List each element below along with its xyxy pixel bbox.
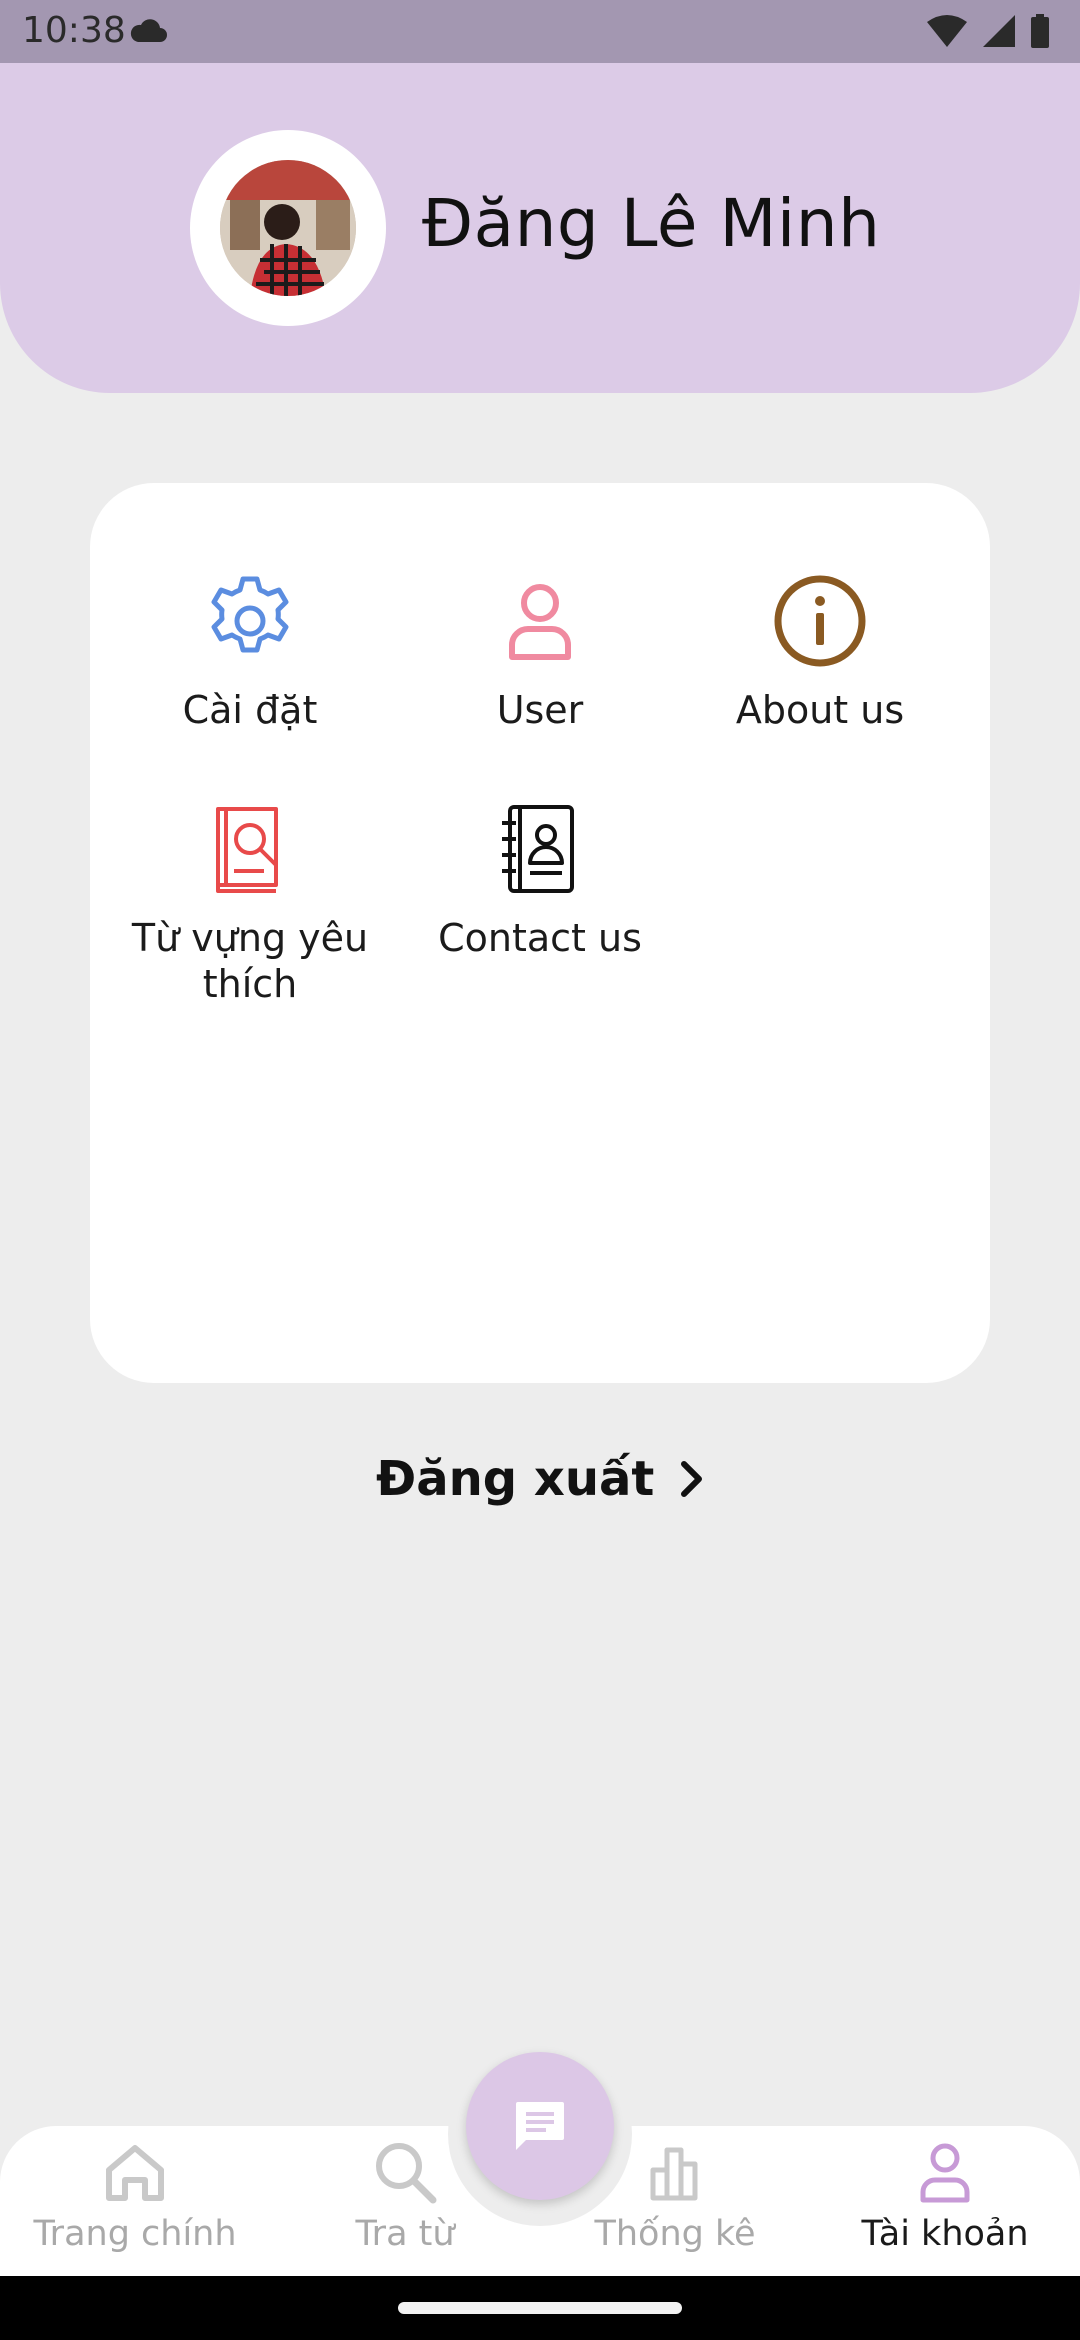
gear-icon [211, 576, 289, 653]
book-search-icon [216, 807, 278, 893]
logout-button[interactable]: Đăng xuất [376, 1448, 704, 1510]
user-icon [509, 584, 571, 660]
menu-item-contact-us[interactable]: Contact us [400, 801, 680, 961]
nav-item-account[interactable]: Tài khoản [810, 2136, 1080, 2276]
home-icon [106, 2145, 164, 2201]
nav-item-home[interactable]: Trang chính [0, 2136, 270, 2276]
menu-item-label: Contact us [438, 916, 642, 960]
status-bar: 10:38 [0, 0, 1080, 63]
menu-item-settings[interactable]: Cài đặt [110, 573, 390, 733]
contact-book-icon [502, 805, 574, 893]
home-gesture-handle[interactable] [398, 2302, 682, 2314]
profile-header: Đăng Lê Minh [0, 63, 1080, 393]
status-icons [926, 14, 1050, 48]
nav-label: Trang chính [33, 2214, 237, 2254]
menu-item-favorite-vocabulary[interactable]: Từ vựng yêu thích [110, 801, 390, 1007]
menu-item-label: User [496, 688, 584, 732]
menu-item-about-us[interactable]: About us [680, 573, 960, 733]
avatar-photo [220, 160, 356, 296]
nav-label: Tài khoản [861, 2214, 1029, 2254]
nav-label: Thống kê [594, 2214, 756, 2254]
wifi-icon [927, 15, 967, 47]
system-navigation-bar [0, 2276, 1080, 2340]
bar-chart-icon [650, 2147, 698, 2201]
cellular-signal-icon [983, 15, 1015, 47]
avatar[interactable] [220, 160, 356, 296]
user-name: Đăng Lê Minh [422, 185, 881, 262]
menu-item-label: Cài đặt [182, 688, 318, 732]
battery-icon [1031, 14, 1049, 48]
nav-label: Tra từ [355, 2214, 455, 2254]
search-icon [376, 2143, 437, 2204]
logout-label: Đăng xuất [376, 1451, 655, 1507]
chat-icon [516, 2102, 564, 2150]
info-icon [774, 575, 866, 667]
menu-item-label: Từ vựng yêu thích [131, 916, 369, 1006]
avatar-frame [190, 130, 386, 326]
menu-card: Cài đặt User About us Từ vựng yêu thích … [90, 483, 990, 1383]
chevron-right-icon [681, 1461, 703, 1497]
chat-fab-button[interactable] [466, 2052, 614, 2200]
cloud-icon [130, 19, 167, 42]
menu-item-label: About us [735, 688, 905, 732]
status-time: 10:38 [22, 10, 126, 51]
menu-item-user[interactable]: User [400, 573, 680, 733]
account-icon [920, 2143, 970, 2203]
